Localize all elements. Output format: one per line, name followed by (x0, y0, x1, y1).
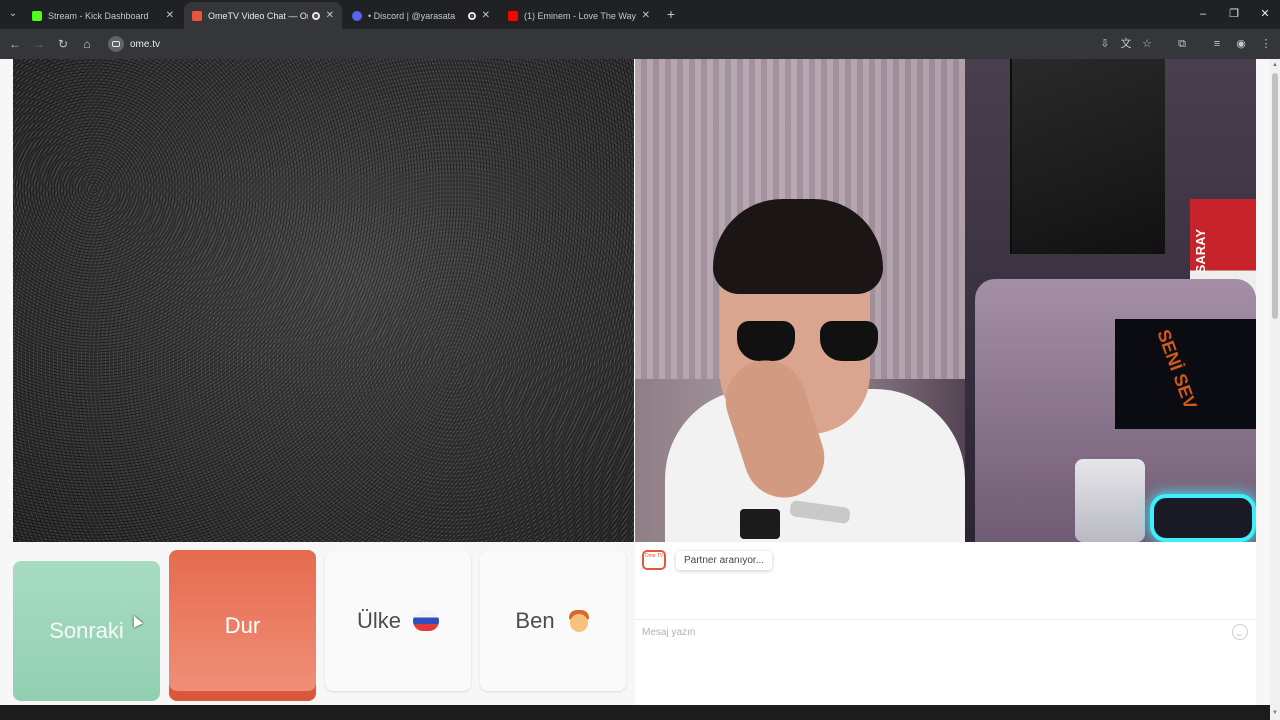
profile-icon[interactable]: ◉ (1234, 37, 1248, 51)
me-button[interactable]: Ben (480, 551, 626, 691)
tab-discord[interactable]: • Discord | @yarasata ✕ (344, 2, 498, 29)
tab-ometv[interactable]: OmeTV Video Chat — Ome ✕ (184, 2, 342, 29)
reload-icon[interactable]: ↻ (54, 35, 72, 53)
maximize-icon[interactable]: ❐ (1219, 4, 1249, 24)
scroll-down-icon[interactable]: ▼ (1271, 709, 1279, 717)
close-icon[interactable]: ✕ (326, 10, 334, 21)
tab-title: Stream - Kick Dashboard (48, 10, 149, 21)
me-button-label: Ben (515, 608, 555, 633)
minimize-icon[interactable]: – (1188, 4, 1218, 24)
self-video: SARAY SENİ SEV (635, 59, 1256, 542)
tab-title: (1) Eminem - Love The Way You (524, 10, 636, 21)
russia-flag-icon (413, 611, 439, 631)
kick-favicon-icon (32, 10, 42, 21)
forward-icon[interactable]: → (30, 35, 48, 53)
tab-title: OmeTV Video Chat — Ome (208, 10, 308, 21)
sunglasses-lens-right (820, 321, 878, 361)
extensions-icon[interactable]: ⧉ (1175, 37, 1189, 51)
url-text: ome.tv (130, 38, 161, 50)
message-input[interactable] (642, 624, 1212, 640)
menu-kebab-icon[interactable]: ⋮ (1259, 37, 1273, 51)
scrollbar-thumb[interactable] (1272, 73, 1278, 319)
scroll-up-icon[interactable]: ▲ (1271, 61, 1279, 69)
wall-sign-text: SARAY (1193, 229, 1208, 274)
tab-youtube[interactable]: (1) Eminem - Love The Way You ✕ (500, 2, 658, 29)
shirt-logo (740, 509, 780, 539)
sunglasses-lens-left (737, 321, 795, 361)
window-close-icon[interactable]: ✕ (1250, 4, 1280, 24)
close-icon[interactable]: ✕ (642, 10, 650, 21)
discord-favicon-icon (352, 10, 362, 21)
tab-search-icon[interactable]: ⌄ (4, 5, 22, 23)
back-icon[interactable]: ← (6, 35, 24, 53)
ometv-favicon-icon (192, 10, 202, 21)
stop-button[interactable]: Dur (169, 550, 316, 701)
next-button-label: Sonraki (49, 618, 124, 643)
home-icon[interactable]: ⌂ (78, 35, 96, 53)
address-bar[interactable]: ome.tv (104, 33, 1204, 55)
partner-video (13, 59, 634, 542)
tab-strip: ⌄ Stream - Kick Dashboard ✕ OmeTV Video … (0, 0, 1280, 29)
bottom-edge (0, 705, 1270, 720)
led-light (1150, 494, 1256, 542)
site-info-icon[interactable] (108, 36, 124, 52)
static-noise (13, 59, 634, 542)
close-icon[interactable]: ✕ (482, 10, 490, 21)
message-bar (635, 619, 1256, 643)
recording-icon (467, 11, 476, 20)
media-controls-icon[interactable]: ≡ (1210, 37, 1224, 51)
translate-icon[interactable]: 文 (1119, 37, 1133, 51)
ometv-logo-icon: Ome TV (642, 550, 666, 570)
recording-icon (311, 11, 320, 20)
next-button[interactable]: Sonraki (13, 561, 160, 701)
close-icon[interactable]: ✕ (166, 10, 174, 21)
wall-poster (1010, 59, 1165, 254)
install-app-icon[interactable]: ⇩ (1098, 37, 1112, 51)
browser-toolbar: ← → ↻ ⌂ ome.tv ⇩ 文 ☆ ⧉ ≡ ◉ ⋮ (0, 29, 1280, 59)
tab-kick[interactable]: Stream - Kick Dashboard ✕ (24, 2, 182, 29)
new-tab-button[interactable]: + (664, 5, 678, 23)
country-button[interactable]: Ülke (325, 551, 471, 691)
stop-button-label: Dur (224, 612, 261, 638)
status-message: Partner aranıyor... (676, 551, 773, 570)
page-scrollbar[interactable]: ▲ ▼ (1270, 59, 1280, 720)
bookmark-star-icon[interactable]: ☆ (1140, 37, 1154, 51)
emoji-icon[interactable] (1232, 624, 1248, 640)
tab-title: • Discord | @yarasata (368, 10, 456, 21)
youtube-favicon-icon (508, 10, 518, 21)
country-button-label: Ülke (356, 608, 401, 633)
boy-emoji-icon (567, 608, 591, 634)
lamp (1075, 459, 1145, 542)
